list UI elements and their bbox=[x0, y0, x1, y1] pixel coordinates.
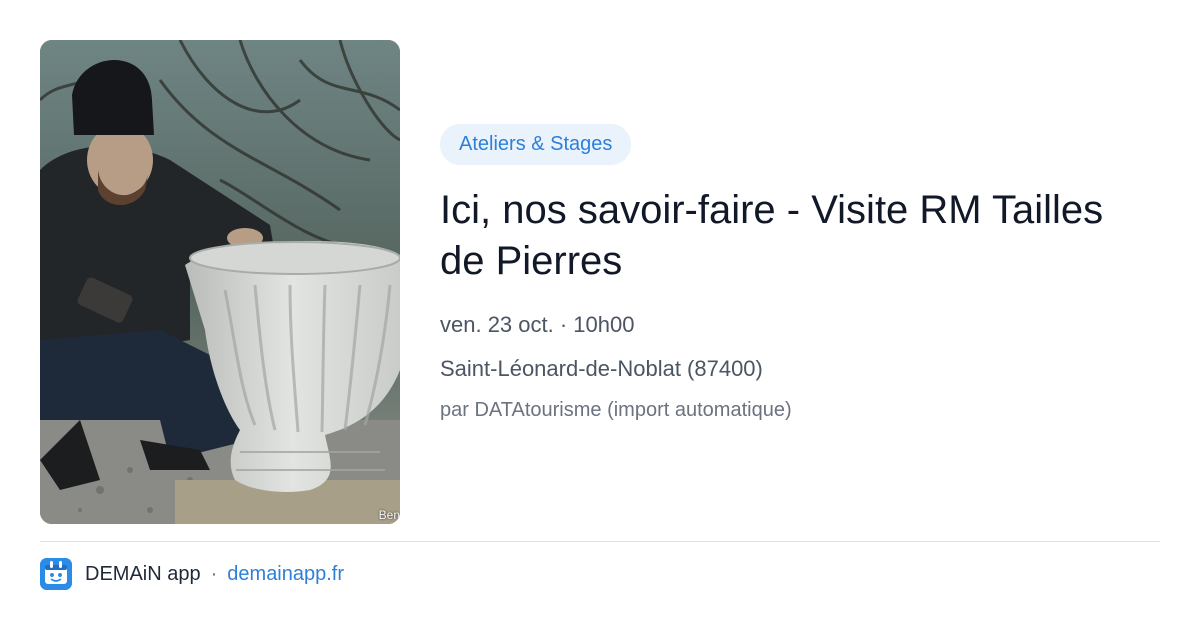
demain-app-logo-icon bbox=[40, 558, 72, 590]
event-photo: Ben bbox=[40, 40, 400, 524]
app-url-link[interactable]: demainapp.fr bbox=[227, 563, 344, 586]
event-location: Saint-Léonard-de-Noblat (87400) bbox=[440, 356, 763, 381]
stonemason-photo-illustration bbox=[40, 40, 400, 524]
photo-credit: Ben bbox=[378, 508, 400, 522]
event-date-time: ven. 23 oct. · 10h00 bbox=[440, 312, 635, 337]
footer-separator: · bbox=[210, 562, 218, 585]
category-badge[interactable]: Ateliers & Stages bbox=[440, 124, 632, 165]
footer: DEMAiN app · demainapp.fr bbox=[40, 558, 344, 590]
event-source: par DATAtourisme (import automatique) bbox=[440, 399, 792, 421]
event-title: Ici, nos savoir-faire - Visite RM Taille… bbox=[440, 188, 1104, 283]
footer-divider bbox=[40, 541, 1160, 542]
event-details: Ateliers & Stages Ici, nos savoir-faire … bbox=[440, 124, 1160, 424]
app-name: DEMAiN app bbox=[85, 562, 201, 585]
